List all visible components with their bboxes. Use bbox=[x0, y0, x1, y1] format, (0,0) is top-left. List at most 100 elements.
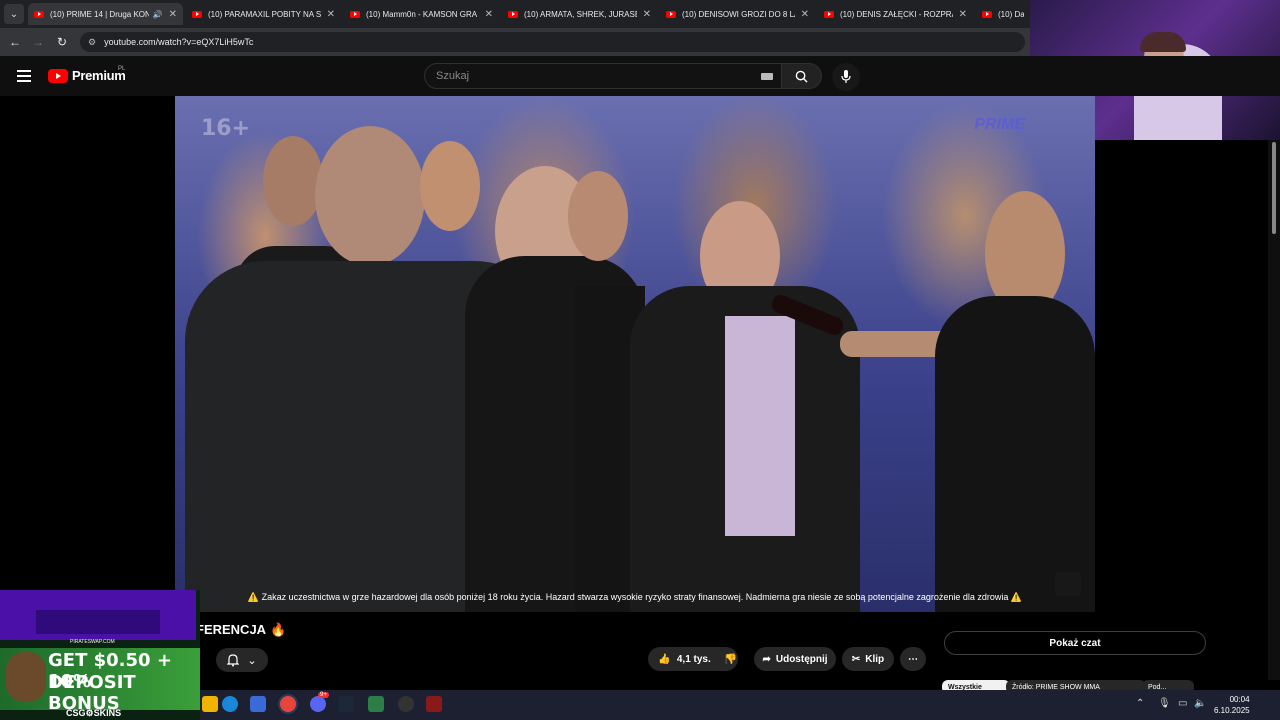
microphone-tray-icon[interactable]: 🎙 bbox=[1158, 698, 1171, 709]
scissors-icon: ✂ bbox=[851, 653, 861, 665]
tab-title: (10) PRIME 14 | Druga KON bbox=[50, 9, 149, 19]
clip-button[interactable]: ✂ Klip bbox=[842, 647, 894, 671]
tab-title: (10) Dawi bbox=[998, 9, 1024, 19]
clock-time: 00:04 bbox=[1229, 695, 1250, 704]
thumbs-down-icon: 👎 bbox=[724, 653, 738, 665]
browser-tab[interactable]: (10) PARAMAXIL POBITY NA ST ✕ bbox=[186, 3, 341, 25]
sponsor-logo-text: CSG⚙SKINS bbox=[66, 708, 122, 718]
like-count: 4,1 tys. bbox=[676, 653, 711, 665]
video-player[interactable]: 16+ PRIME ⚠️ Zakaz uczestnictwa w grze h… bbox=[175, 96, 1095, 612]
close-tab-icon[interactable]: ✕ bbox=[643, 9, 651, 20]
person-head bbox=[263, 136, 323, 226]
show-chat-button[interactable]: Pokaż czat bbox=[944, 631, 1206, 655]
person-head bbox=[315, 126, 425, 266]
youtube-favicon-icon bbox=[982, 10, 992, 18]
browser-tab[interactable]: (10) PRIME 14 | Druga KON 🔊 ✕ bbox=[28, 3, 183, 25]
file-explorer-icon[interactable] bbox=[202, 696, 218, 712]
browser-tab[interactable]: (10) Dawi bbox=[976, 3, 1030, 25]
age-rating-badge: 16+ bbox=[201, 116, 251, 141]
youtube-favicon-icon bbox=[824, 10, 834, 18]
tab-search-button[interactable]: ⌄ bbox=[4, 4, 24, 24]
close-tab-icon[interactable]: ✕ bbox=[959, 9, 967, 20]
tab-title: (10) DENIS ZAŁĘCKI - ROZPRAW bbox=[840, 9, 953, 19]
sponsor-overlay: PIRATESWAP.COM GET $0.50 + 10% DEPOSIT B… bbox=[0, 590, 200, 720]
close-tab-icon[interactable]: ✕ bbox=[801, 9, 809, 20]
channel-watermark bbox=[1055, 572, 1081, 596]
youtube-favicon-icon bbox=[666, 10, 676, 18]
show-chat-label: Pokaż czat bbox=[1049, 637, 1101, 649]
network-icon[interactable]: ▭ bbox=[1178, 698, 1187, 709]
more-actions-button[interactable]: ⋯ bbox=[900, 647, 926, 671]
streamer-hair bbox=[1140, 32, 1186, 52]
url-text[interactable]: youtube.com/watch?v=eQX7LiH5wTc bbox=[104, 37, 253, 47]
bell-icon bbox=[227, 653, 240, 666]
fire-icon: 🔥 bbox=[270, 622, 287, 637]
share-button[interactable]: ➦ Udostępnij bbox=[754, 647, 836, 671]
clock-date: 6.10.2025 bbox=[1214, 706, 1250, 715]
promo-site-label: PIRATESWAP.COM bbox=[70, 639, 115, 645]
site-info-icon[interactable]: ⚙ bbox=[88, 37, 96, 48]
search-input[interactable] bbox=[434, 69, 738, 83]
more-icon: ⋯ bbox=[908, 653, 918, 665]
youtube-header: Premium PL bbox=[0, 56, 1280, 96]
youtube-play-icon bbox=[48, 68, 68, 83]
address-bar[interactable]: ⚙ youtube.com/watch?v=eQX7LiH5wTc bbox=[80, 32, 1025, 52]
dislike-button[interactable]: 👎 bbox=[718, 647, 744, 671]
person-head bbox=[420, 141, 480, 231]
search-icon bbox=[795, 70, 808, 83]
tab-title: (10) Mamm0n - KAMSON GRA bbox=[366, 9, 478, 19]
discord-icon[interactable]: 9+ bbox=[310, 692, 329, 712]
scrollbar-thumb[interactable] bbox=[1272, 142, 1276, 234]
close-tab-icon[interactable]: ✕ bbox=[485, 9, 493, 20]
notification-badge: 9+ bbox=[318, 692, 329, 698]
windows-taskbar: 9+ ⌃ 🎙 ▭ 🔈 00:04 6.10.2025 bbox=[200, 690, 1280, 720]
browser-tab[interactable]: (10) DENISOWI GROZI DO 8 LA ✕ bbox=[660, 3, 815, 25]
speaker-icon[interactable]: 🔊 bbox=[153, 10, 163, 19]
search-button[interactable] bbox=[782, 63, 822, 89]
person-black-shirt bbox=[935, 296, 1095, 612]
youtube-favicon-icon bbox=[508, 10, 518, 18]
close-tab-icon[interactable]: ✕ bbox=[169, 9, 177, 20]
browser-toolbar: ← → ↻ ⚙ youtube.com/watch?v=eQX7LiH5wTc bbox=[0, 28, 1030, 56]
menu-icon[interactable] bbox=[17, 70, 31, 85]
youtube-favicon-icon bbox=[34, 10, 44, 18]
browser-tab[interactable]: (10) DENIS ZAŁĘCKI - ROZPRAW ✕ bbox=[818, 3, 973, 25]
share-label: Udostępnij bbox=[775, 653, 828, 665]
tab-title: (10) PARAMAXIL POBITY NA ST bbox=[208, 9, 321, 19]
video-title: FERENCJA 🔥 bbox=[196, 622, 286, 638]
close-tab-icon[interactable]: ✕ bbox=[327, 9, 335, 20]
promo-character-image bbox=[6, 652, 46, 702]
store-icon[interactable] bbox=[250, 696, 266, 712]
edge-browser-icon[interactable] bbox=[222, 696, 238, 712]
game-app-icon[interactable] bbox=[426, 696, 442, 712]
keyboard-icon[interactable] bbox=[761, 73, 773, 80]
search-box bbox=[424, 63, 782, 89]
notification-bell-button[interactable]: ⌄ bbox=[216, 648, 268, 672]
person-head bbox=[568, 171, 628, 261]
chrome-browser-icon[interactable] bbox=[280, 696, 296, 712]
youtube-logo[interactable]: Premium PL bbox=[48, 66, 126, 83]
gambling-warning-text: ⚠️ Zakaz uczestnictwa w grze hazardowej … bbox=[247, 592, 1023, 602]
xbox-app-icon[interactable] bbox=[368, 696, 384, 712]
steam-icon[interactable] bbox=[338, 696, 354, 712]
back-arrow-icon[interactable]: ← bbox=[5, 32, 25, 52]
page-scrollbar[interactable] bbox=[1268, 140, 1280, 680]
system-clock[interactable]: 00:04 6.10.2025 bbox=[1214, 694, 1250, 716]
youtube-favicon-icon bbox=[350, 10, 360, 18]
app-icon[interactable] bbox=[398, 696, 414, 712]
browser-tab[interactable]: (10) ARMATA, SHREK, JURASEL ✕ bbox=[502, 3, 657, 25]
browser-tab[interactable]: (10) Mamm0n - KAMSON GRA ✕ bbox=[344, 3, 499, 25]
video-title-text: FERENCJA bbox=[196, 622, 267, 637]
lilac-shirt bbox=[725, 316, 795, 536]
volume-icon[interactable]: 🔈 bbox=[1194, 698, 1206, 709]
tray-chevron-icon[interactable]: ⌃ bbox=[1136, 698, 1144, 709]
share-icon: ➦ bbox=[762, 653, 771, 665]
tab-title: (10) ARMATA, SHREK, JURASEL bbox=[524, 9, 637, 19]
tab-title: (10) DENISOWI GROZI DO 8 LA bbox=[682, 9, 795, 19]
reload-icon[interactable]: ↻ bbox=[52, 32, 72, 52]
prime-watermark: PRIME bbox=[974, 116, 1025, 133]
voice-search-button[interactable] bbox=[832, 63, 860, 91]
region-label: PL bbox=[118, 66, 126, 72]
youtube-favicon-icon bbox=[192, 10, 202, 18]
forward-arrow-icon[interactable]: → bbox=[28, 32, 48, 52]
